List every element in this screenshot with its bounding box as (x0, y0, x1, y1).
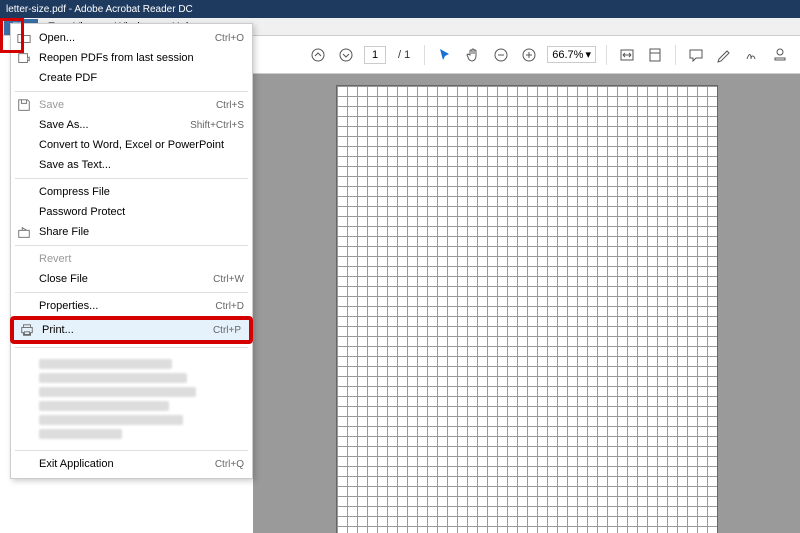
zoom-level-select[interactable]: 66.7%▾ (547, 46, 596, 63)
main-toolbar: / 1 66.7%▾ (253, 36, 800, 74)
menu-item-save-as[interactable]: Save As... Shift+Ctrl+S (11, 115, 252, 135)
menu-separator (15, 178, 248, 179)
selection-tool-icon[interactable] (435, 45, 455, 65)
menu-separator (15, 292, 248, 293)
window-titlebar: letter-size.pdf - Adobe Acrobat Reader D… (0, 0, 800, 18)
window-title: letter-size.pdf - Adobe Acrobat Reader D… (6, 4, 193, 15)
menu-item-exit[interactable]: Exit Application Ctrl+Q (11, 454, 252, 474)
menu-separator (15, 347, 248, 348)
pdf-page (337, 86, 717, 533)
page-total: / 1 (394, 49, 414, 61)
menu-item-save: Save Ctrl+S (11, 95, 252, 115)
chevron-down-icon: ▾ (585, 48, 591, 61)
page-up-icon[interactable] (308, 45, 328, 65)
menu-item-revert: Revert (11, 249, 252, 269)
folder-open-icon (17, 31, 31, 45)
menu-item-close-file[interactable]: Close File Ctrl+W (11, 269, 252, 289)
toolbar-separator (424, 45, 425, 65)
annotation-highlight-print: Print... Ctrl+P (10, 316, 253, 344)
menu-item-properties[interactable]: Properties... Ctrl+D (11, 296, 252, 316)
printer-icon (20, 323, 34, 337)
menu-item-create-pdf[interactable]: Create PDF (11, 68, 252, 88)
fit-page-icon[interactable] (645, 45, 665, 65)
comment-icon[interactable] (686, 45, 706, 65)
toolbar-separator (675, 45, 676, 65)
menu-separator (15, 450, 248, 451)
stamp-icon[interactable] (770, 45, 790, 65)
share-icon (17, 225, 31, 239)
menu-item-compress[interactable]: Compress File (11, 182, 252, 202)
menu-item-reopen[interactable]: Reopen PDFs from last session (11, 48, 252, 68)
sign-icon[interactable] (742, 45, 762, 65)
page-number-input[interactable] (364, 46, 386, 64)
menu-separator (15, 245, 248, 246)
file-dropdown-menu: Open... Ctrl+O Reopen PDFs from last ses… (10, 23, 253, 479)
menu-item-open[interactable]: Open... Ctrl+O (11, 28, 252, 48)
page-down-icon[interactable] (336, 45, 356, 65)
menu-item-convert[interactable]: Convert to Word, Excel or PowerPoint (11, 135, 252, 155)
zoom-in-icon[interactable] (519, 45, 539, 65)
menu-item-print[interactable]: Print... Ctrl+P (14, 320, 249, 340)
zoom-out-icon[interactable] (491, 45, 511, 65)
document-canvas[interactable] (253, 74, 800, 533)
highlight-icon[interactable] (714, 45, 734, 65)
toolbar-separator (606, 45, 607, 65)
save-icon (17, 98, 31, 112)
document-area: / 1 66.7%▾ (253, 36, 800, 533)
menu-item-share[interactable]: Share File (11, 222, 252, 242)
menu-item-password-protect[interactable]: Password Protect (11, 202, 252, 222)
menu-separator (15, 91, 248, 92)
reopen-icon (17, 51, 31, 65)
hand-tool-icon[interactable] (463, 45, 483, 65)
fit-width-icon[interactable] (617, 45, 637, 65)
menu-item-save-text[interactable]: Save as Text... (11, 155, 252, 175)
recent-files-redacted (11, 351, 252, 447)
